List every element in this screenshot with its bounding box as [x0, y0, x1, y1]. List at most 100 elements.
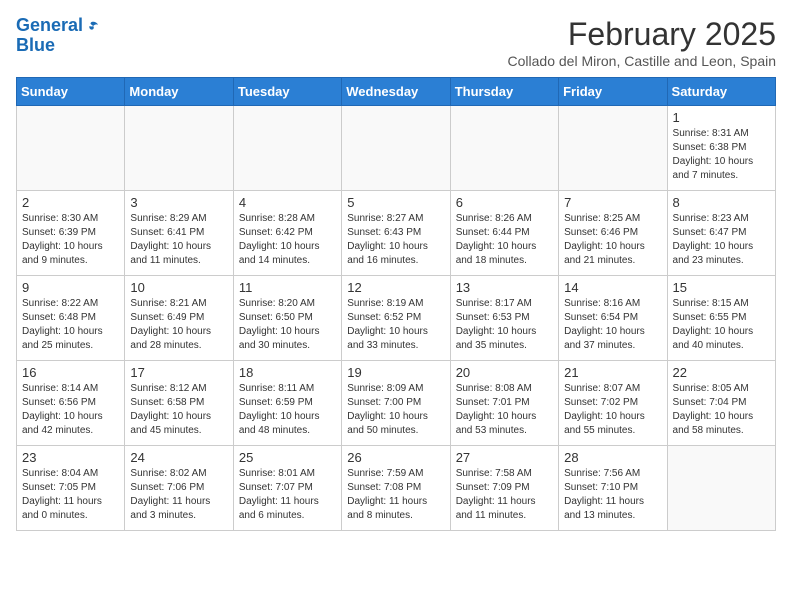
day-number: 7 — [564, 195, 661, 210]
calendar-week-row: 2 Sunrise: 8:30 AM Sunset: 6:39 PM Daylig… — [17, 191, 776, 276]
weekday-header-monday: Monday — [125, 78, 233, 106]
weekday-header-row: SundayMondayTuesdayWednesdayThursdayFrid… — [17, 78, 776, 106]
logo-blue: Blue — [16, 36, 98, 54]
day-info: Sunrise: 8:12 AM Sunset: 6:58 PM Dayligh… — [130, 382, 227, 438]
calendar-cell: 11 Sunrise: 8:20 AM Sunset: 6:50 PM Dayli… — [233, 276, 341, 361]
calendar-cell: 24 Sunrise: 8:02 AM Sunset: 7:06 PM Dayli… — [125, 446, 233, 531]
calendar-cell: 22Sunrise: 8:05 AM Sunset: 7:04 PM Dayli… — [667, 361, 775, 446]
day-info: Sunrise: 7:59 AM Sunset: 7:08 PM Dayligh… — [347, 467, 444, 523]
day-info: Sunrise: 8:30 AM Sunset: 6:39 PM Dayligh… — [22, 212, 119, 268]
calendar-cell: 18Sunrise: 8:11 AM Sunset: 6:59 PM Dayli… — [233, 361, 341, 446]
calendar-cell: 5 Sunrise: 8:27 AM Sunset: 6:43 PM Daylig… — [342, 191, 450, 276]
day-number: 5 — [347, 195, 444, 210]
calendar-cell — [233, 106, 341, 191]
calendar-cell: 26 Sunrise: 7:59 AM Sunset: 7:08 PM Dayli… — [342, 446, 450, 531]
calendar-cell: 20 Sunrise: 8:08 AM Sunset: 7:01 PM Dayli… — [450, 361, 558, 446]
day-number: 26 — [347, 450, 444, 465]
day-info: Sunrise: 8:29 AM Sunset: 6:41 PM Dayligh… — [130, 212, 227, 268]
day-number: 16 — [22, 365, 119, 380]
weekday-header-sunday: Sunday — [17, 78, 125, 106]
calendar-cell: 9 Sunrise: 8:22 AM Sunset: 6:48 PM Daylig… — [17, 276, 125, 361]
calendar-cell: 4 Sunrise: 8:28 AM Sunset: 6:42 PM Daylig… — [233, 191, 341, 276]
day-number: 19 — [347, 365, 444, 380]
weekday-header-tuesday: Tuesday — [233, 78, 341, 106]
day-number: 23 — [22, 450, 119, 465]
calendar-cell: 2 Sunrise: 8:30 AM Sunset: 6:39 PM Daylig… — [17, 191, 125, 276]
calendar-cell: 21Sunrise: 8:07 AM Sunset: 7:02 PM Dayli… — [559, 361, 667, 446]
location-subtitle: Collado del Miron, Castille and Leon, Sp… — [508, 53, 777, 69]
day-info: Sunrise: 8:19 AM Sunset: 6:52 PM Dayligh… — [347, 297, 444, 353]
calendar-cell: 1Sunrise: 8:31 AM Sunset: 6:38 PM Daylig… — [667, 106, 775, 191]
logo: General Blue — [16, 16, 98, 54]
day-info: Sunrise: 8:22 AM Sunset: 6:48 PM Dayligh… — [22, 297, 119, 353]
day-number: 28 — [564, 450, 661, 465]
day-info: Sunrise: 8:27 AM Sunset: 6:43 PM Dayligh… — [347, 212, 444, 268]
month-title: February 2025 — [508, 16, 777, 53]
calendar-cell: 13 Sunrise: 8:17 AM Sunset: 6:53 PM Dayli… — [450, 276, 558, 361]
page-header: General Blue February 2025 Collado del M… — [16, 16, 776, 69]
day-number: 9 — [22, 280, 119, 295]
calendar-cell — [342, 106, 450, 191]
calendar-cell: 17 Sunrise: 8:12 AM Sunset: 6:58 PM Dayli… — [125, 361, 233, 446]
day-info: Sunrise: 8:01 AM Sunset: 7:07 PM Dayligh… — [239, 467, 336, 523]
day-info: Sunrise: 8:15 AM Sunset: 6:55 PM Dayligh… — [673, 297, 770, 353]
day-number: 3 — [130, 195, 227, 210]
calendar-week-row: 9 Sunrise: 8:22 AM Sunset: 6:48 PM Daylig… — [17, 276, 776, 361]
day-number: 20 — [456, 365, 553, 380]
day-info: Sunrise: 8:04 AM Sunset: 7:05 PM Dayligh… — [22, 467, 119, 523]
day-number: 14 — [564, 280, 661, 295]
day-info: Sunrise: 8:16 AM Sunset: 6:54 PM Dayligh… — [564, 297, 661, 353]
day-info: Sunrise: 8:28 AM Sunset: 6:42 PM Dayligh… — [239, 212, 336, 268]
logo-general: General — [16, 15, 83, 35]
calendar-cell — [559, 106, 667, 191]
day-info: Sunrise: 8:26 AM Sunset: 6:44 PM Dayligh… — [456, 212, 553, 268]
day-number: 27 — [456, 450, 553, 465]
calendar-cell — [17, 106, 125, 191]
day-number: 12 — [347, 280, 444, 295]
day-number: 11 — [239, 280, 336, 295]
day-number: 8 — [673, 195, 770, 210]
day-number: 4 — [239, 195, 336, 210]
day-number: 1 — [673, 110, 770, 125]
calendar-cell: 25Sunrise: 8:01 AM Sunset: 7:07 PM Dayli… — [233, 446, 341, 531]
calendar-cell: 10 Sunrise: 8:21 AM Sunset: 6:49 PM Dayli… — [125, 276, 233, 361]
day-info: Sunrise: 7:58 AM Sunset: 7:09 PM Dayligh… — [456, 467, 553, 523]
day-info: Sunrise: 8:25 AM Sunset: 6:46 PM Dayligh… — [564, 212, 661, 268]
calendar-cell — [125, 106, 233, 191]
calendar-cell: 19 Sunrise: 8:09 AM Sunset: 7:00 PM Dayli… — [342, 361, 450, 446]
calendar-cell — [450, 106, 558, 191]
logo-text: General — [16, 16, 83, 36]
day-number: 21 — [564, 365, 661, 380]
weekday-header-saturday: Saturday — [667, 78, 775, 106]
day-info: Sunrise: 8:08 AM Sunset: 7:01 PM Dayligh… — [456, 382, 553, 438]
calendar-cell: 28Sunrise: 7:56 AM Sunset: 7:10 PM Dayli… — [559, 446, 667, 531]
day-number: 15 — [673, 280, 770, 295]
calendar-cell: 12 Sunrise: 8:19 AM Sunset: 6:52 PM Dayli… — [342, 276, 450, 361]
calendar-cell: 6 Sunrise: 8:26 AM Sunset: 6:44 PM Daylig… — [450, 191, 558, 276]
day-info: Sunrise: 8:20 AM Sunset: 6:50 PM Dayligh… — [239, 297, 336, 353]
day-number: 6 — [456, 195, 553, 210]
calendar-week-row: 1Sunrise: 8:31 AM Sunset: 6:38 PM Daylig… — [17, 106, 776, 191]
day-info: Sunrise: 8:14 AM Sunset: 6:56 PM Dayligh… — [22, 382, 119, 438]
day-number: 2 — [22, 195, 119, 210]
day-info: Sunrise: 8:02 AM Sunset: 7:06 PM Dayligh… — [130, 467, 227, 523]
day-number: 24 — [130, 450, 227, 465]
calendar-cell: 15 Sunrise: 8:15 AM Sunset: 6:55 PM Dayli… — [667, 276, 775, 361]
title-area: February 2025 Collado del Miron, Castill… — [508, 16, 777, 69]
calendar-cell: 7 Sunrise: 8:25 AM Sunset: 6:46 PM Daylig… — [559, 191, 667, 276]
logo-bird-icon — [84, 19, 98, 33]
weekday-header-wednesday: Wednesday — [342, 78, 450, 106]
weekday-header-friday: Friday — [559, 78, 667, 106]
day-info: Sunrise: 8:17 AM Sunset: 6:53 PM Dayligh… — [456, 297, 553, 353]
day-number: 18 — [239, 365, 336, 380]
day-info: Sunrise: 8:21 AM Sunset: 6:49 PM Dayligh… — [130, 297, 227, 353]
day-info: Sunrise: 8:09 AM Sunset: 7:00 PM Dayligh… — [347, 382, 444, 438]
calendar-cell: 27 Sunrise: 7:58 AM Sunset: 7:09 PM Dayli… — [450, 446, 558, 531]
calendar-cell — [667, 446, 775, 531]
day-info: Sunrise: 8:05 AM Sunset: 7:04 PM Dayligh… — [673, 382, 770, 438]
calendar-week-row: 16 Sunrise: 8:14 AM Sunset: 6:56 PM Dayli… — [17, 361, 776, 446]
day-number: 10 — [130, 280, 227, 295]
day-number: 17 — [130, 365, 227, 380]
day-number: 13 — [456, 280, 553, 295]
day-info: Sunrise: 8:23 AM Sunset: 6:47 PM Dayligh… — [673, 212, 770, 268]
